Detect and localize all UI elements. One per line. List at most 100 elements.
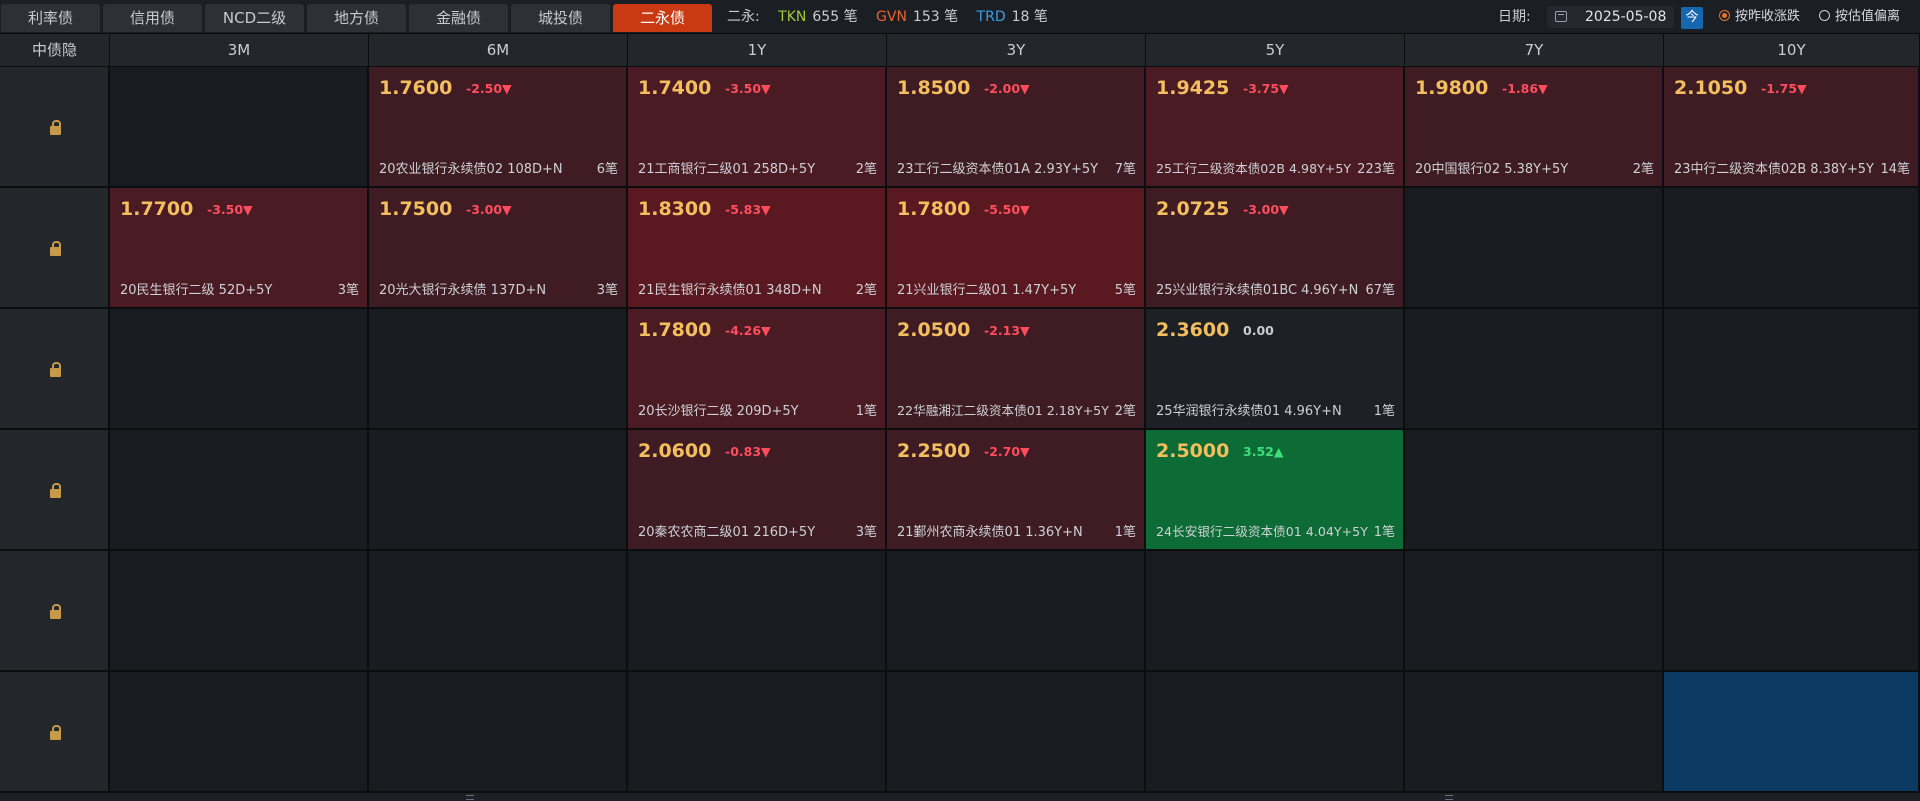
quote-cell[interactable]: 1.9425 -3.75▼ 25工行二级资本债02B 4.98Y+5Y 223笔: [1146, 67, 1405, 188]
quote-cell[interactable]: 2.3600 0.00 25华润银行永续债01 4.96Y+N 1笔: [1146, 309, 1405, 430]
quote-cell[interactable]: 1.9800 -1.86▼ 20中国银行02 5.38Y+5Y 2笔: [1405, 67, 1664, 188]
quote-price: 1.8300: [638, 198, 712, 220]
column-header-3y[interactable]: 3Y: [887, 34, 1146, 67]
splitter-handle[interactable]: [466, 795, 474, 800]
column-header-1y[interactable]: 1Y: [628, 34, 887, 67]
quote-change: -4.26▼: [725, 323, 771, 338]
row-lock-cell[interactable]: [0, 188, 110, 309]
quote-cell[interactable]: [110, 67, 369, 188]
quote-cell[interactable]: 1.7400 -3.50▼ 21工商银行二级01 258D+5Y 2笔: [628, 67, 887, 188]
tab-3[interactable]: 地方债: [307, 4, 406, 32]
quote-cell[interactable]: 2.5000 3.52▲ 24长安银行二级资本债01 4.04Y+5Y 1笔: [1146, 430, 1405, 551]
column-header-7y[interactable]: 7Y: [1405, 34, 1664, 67]
quote-cell[interactable]: [1146, 672, 1405, 793]
quote-cell[interactable]: [628, 551, 887, 672]
lock-icon[interactable]: [50, 482, 61, 498]
tab-2[interactable]: NCD二级: [205, 4, 304, 32]
bond-name: 25工行二级资本债02B 4.98Y+5Y: [1156, 161, 1352, 176]
trade-count: 1笔: [1373, 525, 1395, 540]
quote-cell[interactable]: [110, 672, 369, 793]
quote-cell[interactable]: [369, 551, 628, 672]
lock-icon[interactable]: [50, 603, 61, 619]
tab-6[interactable]: 二永债: [613, 4, 712, 32]
radio-dot-icon[interactable]: [1819, 10, 1830, 21]
quote-cell[interactable]: 2.2500 -2.70▼ 21鄞州农商永续债01 1.36Y+N 1笔: [887, 430, 1146, 551]
quote-cell[interactable]: [1405, 672, 1664, 793]
quote-cell[interactable]: [1405, 430, 1664, 551]
quote-cell[interactable]: [369, 309, 628, 430]
quote-change: -3.50▼: [725, 81, 771, 96]
quote-cell[interactable]: [1664, 672, 1920, 793]
quote-price: 1.7800: [638, 319, 712, 341]
quote-cell[interactable]: [1664, 309, 1920, 430]
date-value: 2025-05-08: [1585, 9, 1667, 25]
tab-5[interactable]: 城投债: [511, 4, 610, 32]
quote-cell[interactable]: [1146, 551, 1405, 672]
row-lock-cell[interactable]: [0, 309, 110, 430]
quote-cell[interactable]: [628, 672, 887, 793]
quote-cell[interactable]: [1664, 188, 1920, 309]
quote-cell[interactable]: [887, 672, 1146, 793]
quote-cell[interactable]: 1.8300 -5.83▼ 21民生银行永续债01 348D+N 2笔: [628, 188, 887, 309]
radio-valuation-deviation[interactable]: 按估值偏离: [1819, 0, 1900, 34]
quote-cell[interactable]: [110, 551, 369, 672]
bond-name: 21兴业银行二级01 1.47Y+5Y: [897, 283, 1077, 298]
quote-price: 1.9425: [1156, 77, 1230, 99]
tab-1[interactable]: 信用债: [103, 4, 202, 32]
quote-cell[interactable]: [1405, 188, 1664, 309]
quote-cell[interactable]: [110, 309, 369, 430]
column-header-3m[interactable]: 3M: [110, 34, 369, 67]
quote-cell[interactable]: 2.1050 -1.75▼ 23中行二级资本债02B 8.38Y+5Y 14笔: [1664, 67, 1920, 188]
quote-cell[interactable]: 1.7800 -5.50▼ 21兴业银行二级01 1.47Y+5Y 5笔: [887, 188, 1146, 309]
row-lock-cell[interactable]: [0, 67, 110, 188]
tkn-key: TKN: [778, 9, 807, 25]
radio-prev-close[interactable]: 按昨收涨跌: [1719, 0, 1800, 34]
column-header-10y[interactable]: 10Y: [1664, 34, 1920, 67]
row-lock-cell[interactable]: [0, 551, 110, 672]
lock-icon[interactable]: [50, 240, 61, 256]
splitter-handle[interactable]: [1445, 795, 1453, 800]
column-header-6m[interactable]: 6M: [369, 34, 628, 67]
today-button[interactable]: 今: [1681, 7, 1703, 29]
bond-name: 21鄞州农商永续债01 1.36Y+N: [897, 525, 1083, 540]
quote-cell[interactable]: [1405, 551, 1664, 672]
row-lock-cell[interactable]: [0, 672, 110, 793]
row-lock-cell[interactable]: [0, 430, 110, 551]
calendar-icon[interactable]: [1555, 11, 1567, 22]
quote-cell[interactable]: 1.8500 -2.00▼ 23工行二级资本债01A 2.93Y+5Y 7笔: [887, 67, 1146, 188]
radio-label: 按昨收涨跌: [1735, 9, 1801, 24]
quote-cell[interactable]: [369, 672, 628, 793]
quote-change: -3.75▼: [1243, 81, 1289, 96]
quote-cell[interactable]: [1664, 430, 1920, 551]
quote-cell[interactable]: 1.7700 -3.50▼ 20民生银行二级 52D+5Y 3笔: [110, 188, 369, 309]
footer-bar: [0, 792, 1920, 801]
quote-cell[interactable]: 1.7600 -2.50▼ 20农业银行永续债02 108D+N 6笔: [369, 67, 628, 188]
lock-icon[interactable]: [50, 724, 61, 740]
bond-name: 23中行二级资本债02B 8.38Y+5Y: [1674, 162, 1874, 177]
radio-dot-icon[interactable]: [1719, 10, 1730, 21]
quote-cell[interactable]: 1.7500 -3.00▼ 20光大银行永续债 137D+N 3笔: [369, 188, 628, 309]
quote-cell[interactable]: [887, 551, 1146, 672]
trade-count: 2笔: [855, 283, 877, 298]
quote-change: -2.13▼: [984, 323, 1030, 338]
tab-4[interactable]: 金融债: [409, 4, 508, 32]
lock-icon[interactable]: [50, 361, 61, 377]
quote-cell[interactable]: [1405, 309, 1664, 430]
trade-count: 3笔: [596, 283, 618, 298]
column-header-5y[interactable]: 5Y: [1146, 34, 1405, 67]
lock-icon[interactable]: [50, 119, 61, 135]
quote-cell[interactable]: 2.0725 -3.00▼ 25兴业银行永续债01BC 4.96Y+N 67笔: [1146, 188, 1405, 309]
quote-cell[interactable]: 2.0500 -2.13▼ 22华融湘江二级资本债01 2.18Y+5Y 2笔: [887, 309, 1146, 430]
quote-cell[interactable]: [1664, 551, 1920, 672]
bond-name: 21工商银行二级01 258D+5Y: [638, 162, 816, 177]
quote-price: 1.7500: [379, 198, 453, 220]
trade-stats: 二永: TKN 655 笔 GVN 153 笔 TRD 18 笔: [727, 0, 1048, 34]
quote-cell[interactable]: 2.0600 -0.83▼ 20秦农农商二级01 216D+5Y 3笔: [628, 430, 887, 551]
quote-change: -3.00▼: [1243, 202, 1289, 217]
quote-cell[interactable]: [369, 430, 628, 551]
date-picker[interactable]: 2025-05-08: [1547, 6, 1674, 28]
quote-cell[interactable]: [110, 430, 369, 551]
quote-cell[interactable]: 1.7800 -4.26▼ 20长沙银行二级 209D+5Y 1笔: [628, 309, 887, 430]
stats-label: 二永:: [727, 9, 760, 25]
tab-0[interactable]: 利率债: [1, 4, 100, 32]
